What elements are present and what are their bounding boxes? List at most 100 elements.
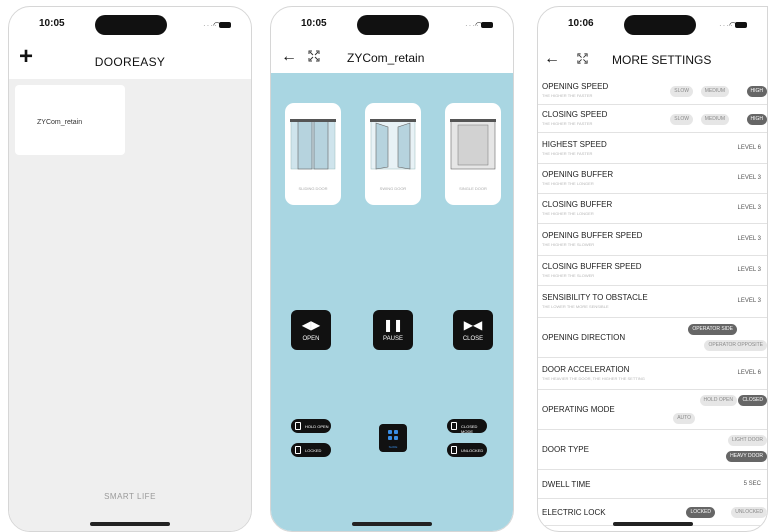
closed-mode-label: CLOSED MODE — [461, 424, 478, 434]
close-button[interactable]: ▶◀ CLOSE — [453, 310, 493, 350]
settings-row: OPERATING MODE HOLD OPEN CLOSED AUTO — [538, 390, 767, 430]
setting-value[interactable]: LEVEL 3 — [738, 298, 761, 304]
option-chip[interactable]: MEDIUM — [700, 86, 729, 97]
footer-brand: SMART LIFE — [104, 492, 156, 501]
unlocked-label: UNLOCKED — [461, 448, 484, 453]
settings-row: OPENING BUFFER SPEED THE HIGHER THE SLOWE… — [538, 224, 767, 256]
auto-mode-button[interactable]: SLIDE — [379, 424, 407, 452]
option-chip[interactable]: SLOW — [670, 114, 693, 125]
dynamic-island — [357, 15, 429, 35]
open-button[interactable]: ◀▶ OPEN — [291, 310, 331, 350]
settings-row: CLOSING BUFFER SPEED THE HIGHER THE SLOWE… — [538, 256, 767, 286]
sliding-door-icon — [290, 119, 336, 170]
settings-row: HIGHEST SPEED THE HIGHER THE FASTER LEVEL … — [538, 133, 767, 164]
unlock-icon — [451, 446, 457, 454]
status-bar: 10:05 ···· ◠ — [9, 7, 251, 35]
setting-name: CLOSING BUFFER — [542, 200, 613, 209]
option-chip[interactable]: CLOSED — [738, 395, 767, 406]
expand-icon[interactable] — [307, 49, 321, 63]
hold-open-icon — [295, 422, 301, 430]
settings-row: DOOR ACCELERATION THE HEAVIER THE DOOR, T… — [538, 358, 767, 390]
option-chip[interactable]: MEDIUM — [700, 114, 729, 125]
dynamic-island — [624, 15, 696, 35]
door-type-label: SLIDING DOOR — [298, 186, 328, 191]
status-time: 10:05 — [301, 18, 327, 29]
close-arrows-icon: ▶◀ — [463, 318, 483, 332]
setting-name: DWELL TIME — [542, 479, 591, 489]
option-chip[interactable]: OPERATOR OPPOSITE — [704, 340, 767, 351]
setting-hint: THE HIGHER THE LONGER — [542, 181, 594, 186]
hold-open-label: HOLD OPEN — [305, 424, 329, 429]
settings-list: OPENING SPEED THE HIGHER THE FASTER SLOW ME… — [538, 77, 767, 526]
setting-value[interactable]: LEVEL 3 — [738, 175, 761, 181]
hold-open-button[interactable]: HOLD OPEN — [291, 419, 331, 433]
settings-row: OPENING SPEED THE HIGHER THE FASTER SLOW ME… — [538, 77, 767, 105]
battery-icon — [219, 22, 231, 28]
device-control-panel: SLIDING DOOR SWING DOOR SINGLE DOOR ◀▶ O… — [271, 73, 513, 531]
single-door-option[interactable]: SINGLE DOOR — [445, 103, 501, 205]
back-arrow-icon[interactable]: ← — [281, 49, 297, 65]
door-type-label: SWING DOOR — [379, 186, 407, 191]
sliding-door-option[interactable]: SLIDING DOOR — [285, 103, 341, 205]
option-chip[interactable]: OPERATOR SIDE — [688, 324, 737, 335]
status-time: 10:05 — [39, 18, 65, 29]
device-title: ZYCom_retain — [347, 51, 425, 65]
option-chip[interactable]: SLOW — [670, 86, 693, 97]
home-indicator — [90, 522, 170, 526]
option-chip[interactable]: HIGH — [746, 86, 767, 97]
locked-button[interactable]: LOCKED — [291, 443, 331, 457]
grid-icon — [388, 430, 398, 440]
device-card[interactable]: ZYCom_retain — [15, 85, 125, 155]
setting-name: OPERATING MODE — [542, 405, 615, 414]
back-arrow-icon[interactable]: ← — [544, 51, 560, 67]
setting-value[interactable]: LEVEL 3 — [738, 267, 761, 273]
pause-label: PAUSE — [383, 336, 403, 342]
option-chip[interactable]: LIGHT DOOR — [727, 435, 767, 446]
close-label: CLOSE — [462, 336, 484, 342]
option-chip[interactable]: HOLD OPEN — [699, 395, 737, 406]
option-chip[interactable]: HEAVY DOOR — [726, 451, 767, 462]
swing-door-option[interactable]: SWING DOOR — [365, 103, 421, 205]
settings-row: SENSIBILITY TO OBSTACLE THE LOWER THE MOR… — [538, 286, 767, 318]
setting-name: CLOSING BUFFER SPEED — [542, 262, 642, 271]
expand-icon[interactable] — [576, 52, 589, 65]
status-icons: ···· ◠ — [719, 21, 747, 30]
settings-title: MORE SETTINGS — [612, 53, 712, 67]
setting-name: DOOR TYPE — [542, 445, 589, 454]
status-bar: 10:05 ···· ◠ — [271, 7, 513, 35]
unlocked-button[interactable]: UNLOCKED — [447, 443, 487, 457]
option-chip[interactable]: UNLOCKED — [731, 507, 767, 518]
locked-label: LOCKED — [305, 448, 322, 453]
setting-name: SENSIBILITY TO OBSTACLE — [542, 293, 648, 302]
dynamic-island — [95, 15, 167, 35]
setting-value[interactable]: LEVEL 6 — [738, 145, 761, 151]
device-card-name: ZYCom_retain — [37, 119, 83, 126]
option-chip[interactable]: AUTO — [673, 413, 695, 424]
settings-row: DWELL TIME 5 SEC — [538, 470, 767, 499]
setting-name: CLOSING SPEED — [542, 110, 608, 119]
pause-button[interactable]: ❚❚ PAUSE — [373, 310, 413, 350]
device-screen: 10:05 ···· ◠ ← ZYCom_retain SLIDING DOOR — [270, 6, 514, 532]
setting-value[interactable]: 5 SEC — [744, 481, 761, 487]
settings-row: OPENING DIRECTION OPERATOR SIDE OPERATOR O… — [538, 318, 767, 358]
option-chip[interactable]: HIGH — [746, 114, 767, 125]
setting-hint: THE HIGHER THE FASTER — [542, 93, 593, 98]
battery-icon — [735, 22, 747, 28]
option-chip[interactable]: LOCKED — [686, 507, 715, 518]
setting-value[interactable]: LEVEL 3 — [738, 205, 761, 211]
settings-row: OPENING BUFFER THE HIGHER THE LONGER LEVEL… — [538, 164, 767, 194]
setting-value[interactable]: LEVEL 3 — [738, 236, 761, 242]
setting-name: OPENING BUFFER SPEED — [542, 231, 643, 240]
setting-hint: THE HEAVIER THE DOOR, THE HIGHER THE SET… — [542, 376, 645, 381]
settings-row: CLOSING SPEED THE HIGHER THE FASTER SLOW ME… — [538, 105, 767, 133]
setting-hint: THE HIGHER THE FASTER — [542, 121, 593, 126]
home-indicator — [352, 522, 432, 526]
auto-mode-label: SLIDE — [388, 445, 398, 449]
setting-value[interactable]: LEVEL 6 — [738, 370, 761, 376]
home-navbar: + DOOREASY — [9, 41, 251, 79]
app-title: DOOREASY — [94, 55, 166, 69]
home-screen: 10:05 ···· ◠ + DOOREASY ZYCom_retain SMA… — [8, 6, 252, 532]
setting-name: OPENING DIRECTION — [542, 333, 626, 342]
settings-screen: 10:06 ···· ◠ ← MORE SETTINGS OPENING SPE… — [537, 6, 768, 532]
closed-mode-button[interactable]: CLOSED MODE — [447, 419, 487, 434]
